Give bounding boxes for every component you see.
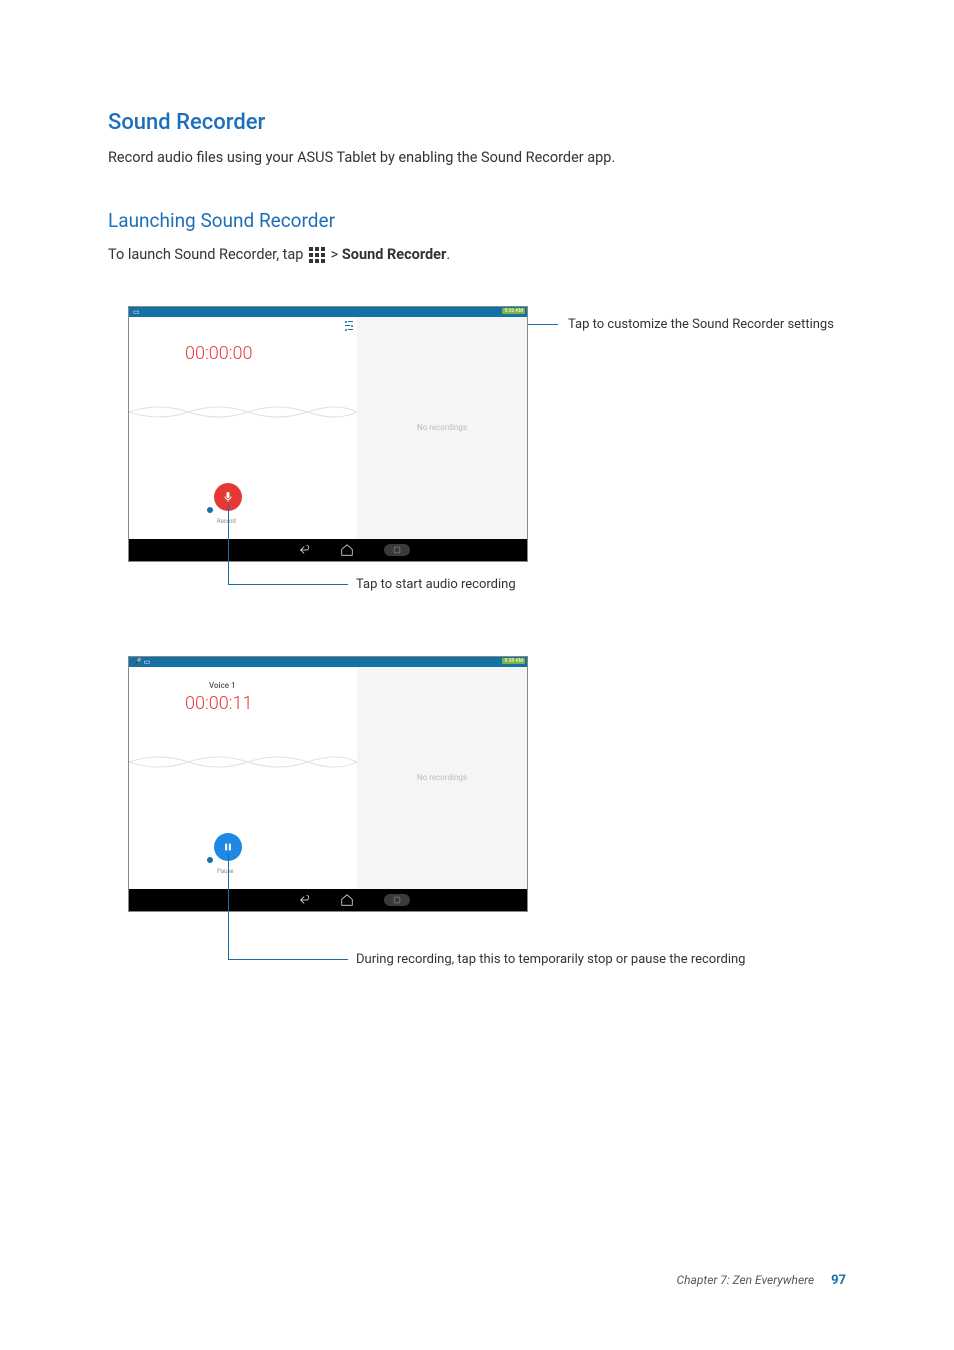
waveform <box>129 397 357 427</box>
no-recordings-text: No recordings <box>417 423 467 432</box>
timer-display: 00:00:00 <box>129 343 357 364</box>
recordings-list-pane-2: No recordings <box>357 667 527 889</box>
tablet-screenshot-1: ▭ 9:36 AM 00:00:00 <box>128 306 528 562</box>
timer-display-2: 00:00:11 <box>129 693 357 714</box>
page-footer: Chapter 7: Zen Everywhere 97 <box>0 1273 846 1288</box>
callout-line-pause-v <box>228 854 229 959</box>
pause-indicator-dot <box>207 857 213 863</box>
waveform-2 <box>129 747 357 777</box>
callout-pause: During recording, tap this to temporaril… <box>356 951 856 969</box>
nav-back-button[interactable] <box>296 543 310 557</box>
nav-home-button-2[interactable] <box>340 893 354 907</box>
no-recordings-text-2: No recordings <box>417 773 467 782</box>
nav-back-button-2[interactable] <box>296 893 310 907</box>
apps-grid-icon <box>309 247 325 263</box>
intro-text: Record audio files using your ASUS Table… <box>108 147 846 169</box>
heading-launching: Launching Sound Recorder <box>108 209 846 232</box>
callout-record: Tap to start audio recording <box>356 576 516 594</box>
callout-line-settings <box>528 324 558 325</box>
figure-2: 🎤 ▭ 9:38 AM Voice 1 00:00:11 <box>108 656 846 1006</box>
launch-instruction: To launch Sound Recorder, tap > Sound Re… <box>108 244 846 266</box>
pause-button-label: Pause <box>217 868 234 875</box>
status-time-badge: 9:36 AM <box>502 308 525 314</box>
recordings-list-pane: No recordings <box>357 317 527 539</box>
callout-line-record-h <box>228 584 348 585</box>
figure-1: ▭ 9:36 AM 00:00:00 <box>108 306 846 616</box>
status-left-icons: ▭ <box>133 308 140 316</box>
launch-end: . <box>446 246 450 263</box>
recorder-main-pane-2: Voice 1 00:00:11 Pause <box>129 667 357 889</box>
record-indicator-dot <box>207 507 213 513</box>
status-left-icons-2: 🎤 ▭ <box>133 658 150 666</box>
status-time-badge-2: 9:38 AM <box>502 658 525 664</box>
footer-page-number: 97 <box>831 1273 846 1288</box>
nav-home-button[interactable] <box>340 543 354 557</box>
launch-appname: Sound Recorder <box>342 246 446 263</box>
record-button-label: Record <box>217 518 236 525</box>
settings-icon[interactable] <box>343 321 353 331</box>
recording-name-label: Voice 1 <box>129 681 357 690</box>
launch-gt: > <box>327 246 342 263</box>
status-bar-2: 🎤 ▭ 9:38 AM <box>129 657 527 667</box>
launch-pre: To launch Sound Recorder, tap <box>108 246 307 263</box>
tablet-screenshot-2: 🎤 ▭ 9:38 AM Voice 1 00:00:11 <box>128 656 528 912</box>
heading-sound-recorder: Sound Recorder <box>108 110 846 135</box>
callout-settings: Tap to customize the Sound Recorder sett… <box>568 316 848 334</box>
callout-line-pause-h <box>228 959 348 960</box>
android-nav-bar-2 <box>129 889 527 911</box>
nav-recent-button[interactable] <box>384 544 410 556</box>
android-nav-bar <box>129 539 527 561</box>
status-bar: ▭ 9:36 AM <box>129 307 527 317</box>
footer-chapter: Chapter 7: Zen Everywhere <box>677 1273 815 1287</box>
callout-line-record-v <box>228 504 229 584</box>
nav-recent-button-2[interactable] <box>384 894 410 906</box>
recorder-main-pane: 00:00:00 Record <box>129 317 357 539</box>
